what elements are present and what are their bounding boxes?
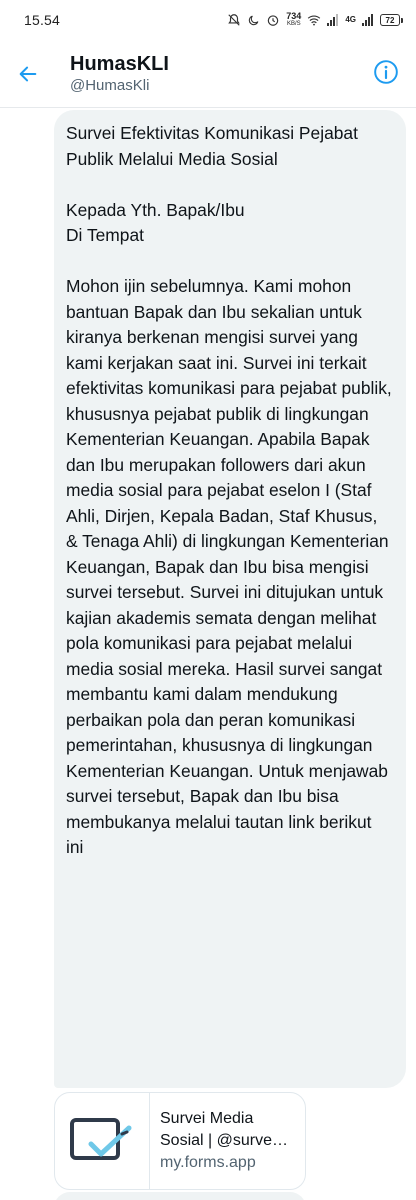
link-title-line1: Survei Media bbox=[160, 1110, 254, 1127]
alarm-icon bbox=[266, 13, 280, 27]
net-speed-value: 734 bbox=[286, 11, 302, 21]
status-time: 15.54 bbox=[24, 12, 61, 28]
link-text: Survei Media Sosial | @surve… my.forms.a… bbox=[150, 1093, 298, 1189]
message-text: Survei Efektivitas Komunikasi Pejabat Pu… bbox=[66, 123, 392, 857]
link-title-line2: Sosial | @surve… bbox=[160, 1132, 288, 1149]
link-thumbnail bbox=[55, 1093, 150, 1189]
conversation-titles[interactable]: HumasKLI @HumasKli bbox=[70, 52, 169, 96]
next-message-bubble bbox=[54, 1192, 306, 1200]
moon-icon bbox=[247, 14, 260, 27]
net-speed: 734 KB/S bbox=[286, 12, 301, 28]
signal-icon-2 bbox=[362, 14, 374, 26]
battery-icon: 72 bbox=[380, 14, 403, 26]
status-bar: 15.54 734 KB/S 4G 72 bbox=[0, 0, 416, 40]
forms-app-logo-icon bbox=[70, 1118, 132, 1160]
info-icon bbox=[374, 60, 398, 84]
back-button[interactable] bbox=[0, 46, 56, 102]
link-domain: my.forms.app bbox=[160, 1154, 256, 1171]
net-type-label: 4G bbox=[345, 15, 356, 24]
status-icons: 734 KB/S 4G 72 bbox=[227, 12, 403, 28]
net-type: 4G bbox=[345, 16, 356, 24]
conversation-handle: @HumasKli bbox=[70, 76, 150, 94]
arrow-left-icon bbox=[19, 66, 37, 81]
mute-icon bbox=[227, 13, 241, 27]
message-bubble[interactable]: Survei Efektivitas Komunikasi Pejabat Pu… bbox=[54, 110, 406, 1088]
conversation-header: HumasKLI @HumasKli bbox=[0, 40, 416, 108]
battery-level: 72 bbox=[385, 15, 395, 25]
signal-icon-1 bbox=[327, 14, 339, 26]
link-preview-card[interactable]: Survei Media Sosial | @surve… my.forms.a… bbox=[54, 1092, 306, 1190]
net-speed-unit: KB/S bbox=[286, 21, 301, 27]
conversation-name: HumasKLI bbox=[70, 52, 169, 75]
wifi-icon bbox=[307, 14, 321, 26]
info-button[interactable] bbox=[370, 56, 402, 88]
